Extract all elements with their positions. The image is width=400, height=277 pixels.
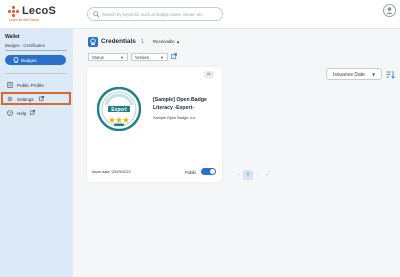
status-filter-label: Status bbox=[92, 55, 104, 60]
sidebar-item-label: Badges bbox=[21, 57, 37, 63]
user-avatar[interactable] bbox=[383, 4, 396, 17]
sort-dropdown[interactable]: Issuance Date ▼ bbox=[326, 68, 382, 80]
sidebar-item-label: Public Profile bbox=[17, 82, 44, 88]
search-icon bbox=[93, 11, 100, 18]
sidebar-item-label: Settings bbox=[17, 96, 34, 102]
version-tag: v1 bbox=[204, 71, 214, 78]
receivable-label: Receivable bbox=[153, 39, 175, 44]
toggle-knob bbox=[210, 169, 215, 174]
open-badge-image: Expert bbox=[97, 87, 141, 131]
main-content: Credentials 1 Receivable ▲︎ Status ▼ Ver… bbox=[73, 29, 400, 277]
sidebar-underline bbox=[5, 50, 67, 51]
status-filter[interactable]: Status ▼ bbox=[88, 53, 128, 61]
chevron-right-icon[interactable]: › bbox=[256, 172, 258, 177]
credential-card[interactable]: v1 Expert [Sample] Open Badge Literacy -… bbox=[87, 67, 222, 182]
sidebar-item-public-profile[interactable]: Public Profile bbox=[7, 80, 67, 90]
receivable-dropdown[interactable]: Receivable ▲︎ bbox=[153, 39, 180, 44]
version-filter-label: Version bbox=[135, 55, 149, 60]
user-icon bbox=[386, 7, 393, 15]
top-bar: LecoS Learn for the Future bbox=[0, 0, 400, 29]
sort-label: Issuance Date bbox=[333, 72, 365, 78]
chevron-down-icon: ▼ bbox=[160, 55, 164, 61]
sidebar-item-help[interactable]: ? Help bbox=[7, 108, 67, 118]
search-box[interactable] bbox=[87, 7, 223, 21]
last-page-icon[interactable]: » bbox=[266, 172, 269, 178]
help-icon: ? bbox=[7, 110, 13, 116]
logo-text: LecoS bbox=[22, 5, 57, 17]
document-icon bbox=[7, 82, 13, 88]
chevron-down-icon: ▼ bbox=[371, 72, 376, 77]
page-number-current[interactable]: 1 bbox=[243, 170, 253, 180]
chevron-down-icon: ▼ bbox=[120, 55, 124, 61]
sidebar-divider bbox=[5, 73, 67, 74]
sort-order-icon[interactable] bbox=[386, 70, 395, 79]
lecos-logo[interactable]: LecoS Learn for the Future bbox=[8, 5, 68, 25]
logo-tagline: Learn for the Future bbox=[9, 18, 39, 22]
external-link-icon[interactable] bbox=[171, 53, 177, 59]
sidebar-breadcrumb: Badges · Certificates bbox=[5, 43, 45, 48]
sidebar-item-settings[interactable]: Settings bbox=[7, 94, 67, 104]
chevron-left-icon[interactable]: ‹ bbox=[238, 172, 240, 178]
issue-date: Issue date: 03/29/2023 bbox=[92, 170, 131, 174]
sidebar: Wallet Badges · Certificates Badges Publ… bbox=[0, 29, 73, 277]
credentials-icon bbox=[88, 37, 98, 47]
chevron-updown-icon: ▲︎ bbox=[175, 39, 180, 44]
search-input[interactable] bbox=[102, 8, 220, 20]
page-title: Credentials bbox=[101, 38, 136, 45]
logo-mark-icon bbox=[8, 6, 19, 17]
badge-expert-text: Expert bbox=[111, 107, 127, 113]
version-filter[interactable]: Version ▼ bbox=[131, 53, 168, 61]
badge-issuer: Sample Open Badge, Inc. bbox=[153, 116, 197, 120]
gear-icon bbox=[7, 96, 13, 102]
sidebar-item-label: Help bbox=[17, 110, 27, 116]
public-label: Public bbox=[185, 169, 197, 175]
sidebar-section-title: Wallet bbox=[5, 34, 20, 40]
external-link-icon bbox=[30, 110, 35, 115]
badge-icon bbox=[13, 57, 19, 63]
pagination: ‹ 1 › » bbox=[233, 169, 273, 181]
sidebar-item-badges[interactable]: Badges bbox=[5, 55, 66, 65]
credential-count: 1 bbox=[141, 39, 144, 45]
badge-name[interactable]: [Sample] Open Badge Literacy -Expert- bbox=[153, 96, 220, 112]
external-link-icon bbox=[39, 96, 44, 101]
public-toggle[interactable] bbox=[201, 168, 216, 175]
